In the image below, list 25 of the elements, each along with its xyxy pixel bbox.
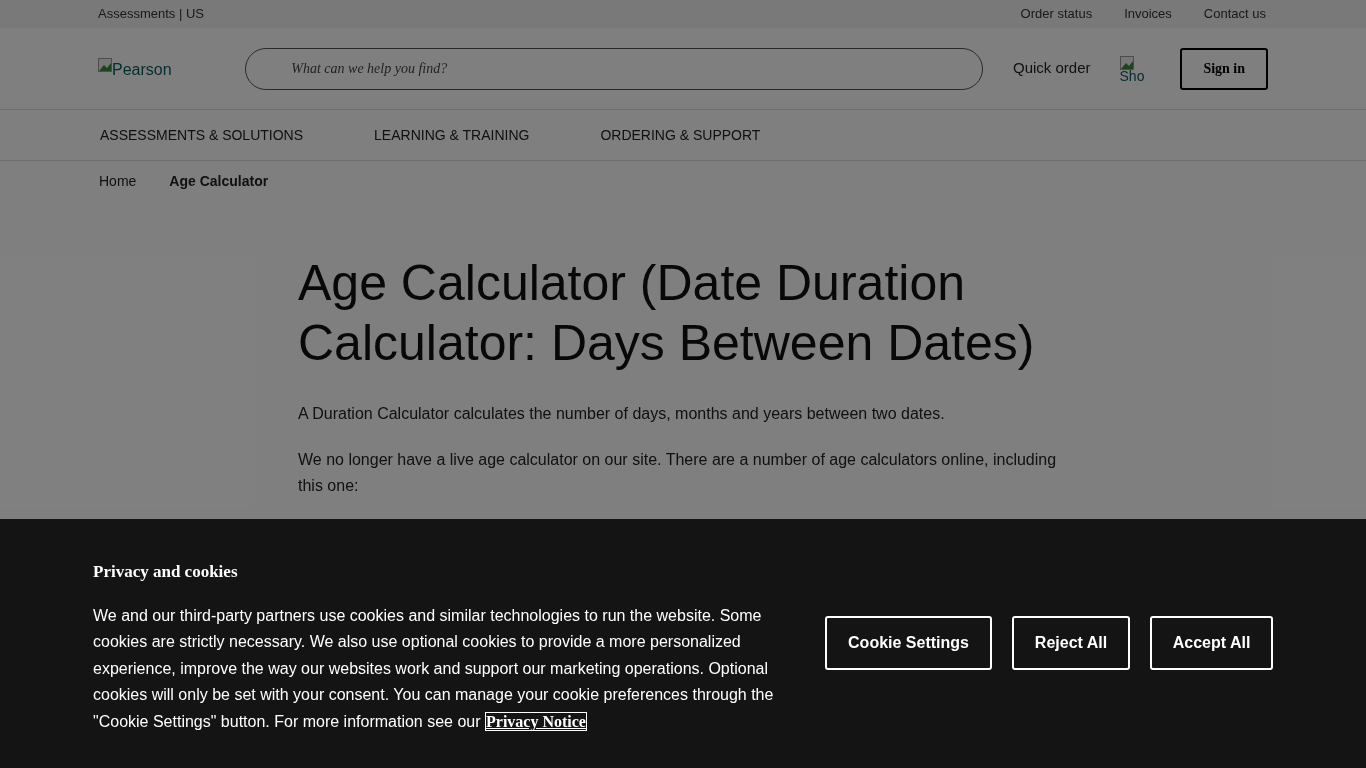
privacy-notice-link[interactable]: Privacy Notice [485, 711, 587, 731]
utility-link[interactable]: Contact us [1203, 4, 1266, 24]
paragraph: A Duration Calculator calculates the number of days, months and years between two dates. [298, 404, 946, 424]
quick-order-link[interactable]: Quick order [1013, 57, 1091, 80]
cart-link[interactable]: Sho [1119, 55, 1150, 82]
nav-item[interactable]: ASSESSMENTS & SOLUTIONS [100, 124, 304, 146]
cookie-notice-text: We and our third-party partners use cookies and similar technologies to run the website. Some cookies are strictly necessary. We also use optional cookies to provide a more personalized experience, improve the way our websites work and support our marketing operations. Optional cookies will only be set with your consent. You can manage your cookie preferences through the "Cookie Settings" button. For more information see our Privacy Notice [93, 605, 775, 733]
sign-in-button[interactable]: Sign in [1180, 47, 1268, 90]
utility-link[interactable]: Invoices [1124, 4, 1172, 24]
nav-item[interactable]: LEARNING & TRAINING [374, 124, 530, 146]
cookie-button[interactable]: Accept All [1150, 616, 1273, 670]
broken-image-icon [98, 57, 112, 72]
search-field[interactable]: What can we help you find? [245, 47, 983, 90]
cookie-button[interactable]: Reject All [1012, 616, 1130, 670]
utility-link[interactable]: Order status [1020, 4, 1093, 24]
logo-link[interactable]: Pearson [98, 57, 246, 80]
site-label: Assessments | US [98, 5, 204, 24]
banner-title: Privacy and cookies [93, 561, 239, 583]
broken-image-icon [1119, 55, 1134, 70]
breadcrumb-link[interactable]: Home [99, 170, 137, 192]
current-page-label: Age Calculator [169, 171, 269, 191]
page-title: Age Calculator (Date Duration Calculator: Days Between Dates) [298, 254, 1036, 373]
cookie-button[interactable]: Cookie Settings [825, 616, 992, 670]
nav-item[interactable]: ORDERING & SUPPORT [600, 124, 761, 146]
paragraph: We no longer have a live age calculator on our site. There are a number of age calculators online, including this one: [298, 450, 1058, 496]
